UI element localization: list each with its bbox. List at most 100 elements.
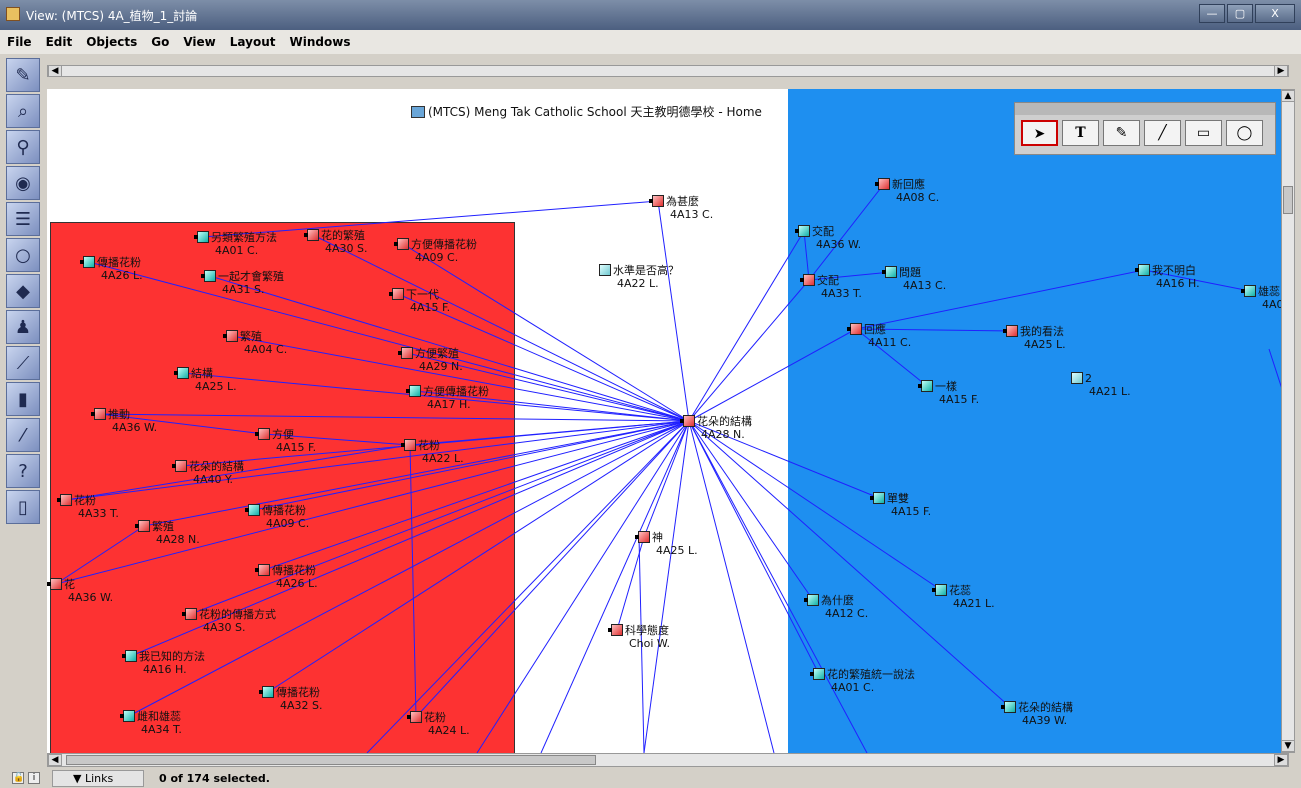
app-icon bbox=[6, 7, 20, 21]
note-node[interactable]: 水準是否高？ 4A22 L. bbox=[599, 264, 679, 290]
lock-icon[interactable]: 🔓 bbox=[12, 772, 24, 784]
note-node[interactable]: 花的繁殖 4A30 S. bbox=[304, 229, 368, 255]
drawing-toolbar-handle[interactable] bbox=[1015, 103, 1275, 115]
note-node[interactable]: 雌和雄蕊 4A34 T. bbox=[120, 710, 182, 736]
scroll-right-icon[interactable]: ▶ bbox=[1274, 65, 1288, 77]
camera-icon[interactable]: ◉ bbox=[6, 166, 40, 200]
note-node[interactable]: 為什麼 4A12 C. bbox=[804, 594, 868, 620]
note-node[interactable]: 花粉 4A33 T. bbox=[57, 494, 119, 520]
note-node[interactable]: 繁殖 4A04 C. bbox=[223, 330, 287, 356]
help-icon[interactable]: ? bbox=[6, 454, 40, 488]
note-node[interactable]: 一起才會繁殖 4A31 S. bbox=[201, 270, 284, 296]
vertical-scroll-thumb[interactable] bbox=[1283, 186, 1293, 214]
tag-icon[interactable]: ⌕ bbox=[6, 94, 40, 128]
scroll-up-icon[interactable]: ▲ bbox=[1281, 90, 1295, 102]
note-node[interactable]: 花粉的傳播方式 4A30 S. bbox=[182, 608, 276, 634]
note-node[interactable]: 傳播花粉 4A26 L. bbox=[80, 256, 143, 282]
note-node[interactable]: 傳播花粉 4A32 S. bbox=[259, 686, 323, 712]
menu-go[interactable]: Go bbox=[144, 35, 176, 49]
note-author: 4A30 S. bbox=[203, 621, 246, 634]
hscroll-right-icon[interactable]: ▶ bbox=[1274, 754, 1288, 766]
note-node[interactable]: 回應 4A11 C. bbox=[847, 323, 911, 349]
note-node[interactable]: 花蕊 4A21 L. bbox=[932, 584, 995, 610]
hscroll-left-icon[interactable]: ◀ bbox=[48, 754, 62, 766]
info-icon[interactable]: i bbox=[28, 772, 40, 784]
scroll-left-icon[interactable]: ◀ bbox=[48, 65, 62, 77]
note-node[interactable]: 花的繁殖統一說法 4A01 C. bbox=[810, 668, 915, 694]
note-author: 4A09 C. bbox=[266, 517, 310, 530]
note-icon bbox=[599, 264, 611, 276]
note-node[interactable]: 繁殖 4A28 N. bbox=[135, 520, 200, 546]
map-canvas[interactable]: (MTCS) Meng Tak Catholic School 天主教明德學校 … bbox=[47, 89, 1282, 753]
menu-layout[interactable]: Layout bbox=[223, 35, 283, 49]
note-node[interactable]: 花朵的結構 4A40 Y. bbox=[172, 460, 244, 486]
note-title: 單雙 bbox=[887, 492, 909, 505]
maximize-button[interactable]: ▢ bbox=[1227, 4, 1253, 23]
note-node[interactable]: 花 4A36 W. bbox=[47, 578, 113, 604]
select-tool[interactable]: ➤ bbox=[1021, 120, 1058, 146]
note-node[interactable]: 單雙 4A15 F. bbox=[870, 492, 931, 518]
list-icon[interactable]: ☰ bbox=[6, 202, 40, 236]
top-horizontal-scrollbar[interactable]: ◀ ▶ bbox=[47, 65, 1289, 77]
note-node[interactable]: 傳播花粉 4A09 C. bbox=[245, 504, 310, 530]
note-author: 4A16 H. bbox=[143, 663, 187, 676]
door-icon[interactable]: ▯ bbox=[6, 490, 40, 524]
magnifier-icon[interactable]: ⚲ bbox=[6, 130, 40, 164]
note-author: 4A01 C. bbox=[831, 681, 875, 694]
horizontal-scrollbar[interactable]: ◀ ▶ bbox=[47, 753, 1289, 767]
home-link[interactable]: (MTCS) Meng Tak Catholic School 天主教明德學校 … bbox=[411, 103, 762, 120]
note-node[interactable]: 花粉 4A22 L. bbox=[401, 439, 464, 465]
note-node[interactable]: 2 4A21 L. bbox=[1071, 372, 1131, 398]
note-node[interactable]: 交配 4A36 W. bbox=[795, 225, 861, 251]
note-node[interactable]: 新回應 4A08 C. bbox=[875, 178, 939, 204]
oval-tool[interactable]: ◯ bbox=[1226, 120, 1263, 146]
vertical-scrollbar[interactable]: ▲ ▼ bbox=[1281, 89, 1295, 753]
bar-chart-icon[interactable]: ▮ bbox=[6, 382, 40, 416]
note-node[interactable]: 結構 4A25 L. bbox=[174, 367, 237, 393]
note-node[interactable]: 交配 4A33 T. bbox=[800, 274, 862, 300]
menu-view[interactable]: View bbox=[176, 35, 222, 49]
people-icon[interactable]: ♟ bbox=[6, 310, 40, 344]
text-tool[interactable]: T bbox=[1062, 120, 1099, 146]
menu-edit[interactable]: Edit bbox=[39, 35, 80, 49]
line-tool[interactable]: ╱ bbox=[1144, 120, 1181, 146]
search-icon[interactable]: ○ bbox=[6, 238, 40, 272]
note-node[interactable]: 神 4A25 L. bbox=[635, 531, 698, 557]
note-node[interactable]: 另類繁殖方法 4A01 C. bbox=[194, 231, 277, 257]
rectangle-tool[interactable]: ▭ bbox=[1185, 120, 1222, 146]
note-node[interactable]: 為甚麼 4A13 C. bbox=[649, 195, 713, 221]
brush-icon[interactable]: ⁄ bbox=[6, 418, 40, 452]
note-node[interactable]: 方便傳播花粉 4A17 H. bbox=[406, 385, 489, 411]
note-node[interactable]: 我已知的方法 4A16 H. bbox=[122, 650, 205, 676]
book-icon[interactable]: ◆ bbox=[6, 274, 40, 308]
note-node[interactable]: 推動 4A36 W. bbox=[91, 408, 157, 434]
note-node[interactable]: 科學態度 Choi W. bbox=[608, 624, 670, 650]
brush-tool[interactable]: ✎ bbox=[1103, 120, 1140, 146]
note-node[interactable]: 花朵的結構 4A28 N. bbox=[680, 415, 752, 441]
link-line bbox=[688, 420, 1011, 708]
menu-windows[interactable]: Windows bbox=[283, 35, 358, 49]
note-icon bbox=[800, 274, 815, 286]
horizontal-scroll-thumb[interactable] bbox=[66, 755, 596, 765]
close-button[interactable]: X bbox=[1255, 4, 1295, 23]
note-node[interactable]: 方便傳播花粉 4A09 C. bbox=[394, 238, 477, 264]
note-node[interactable]: 我不明白 4A16 H. bbox=[1135, 264, 1200, 290]
note-node[interactable]: 我的看法 4A25 L. bbox=[1003, 325, 1066, 351]
note-node[interactable]: 花粉 4A24 L. bbox=[407, 711, 470, 737]
note-node[interactable]: 雄蕊 4A0 bbox=[1241, 285, 1282, 311]
note-node[interactable]: 一樣 4A15 F. bbox=[918, 380, 979, 406]
note-node[interactable]: 問題 4A13 C. bbox=[882, 266, 946, 292]
minimize-button[interactable]: — bbox=[1199, 4, 1225, 23]
note-node[interactable]: 下一代 4A15 F. bbox=[389, 288, 450, 314]
note-node[interactable]: 花朵的結構 4A39 W. bbox=[1001, 701, 1073, 727]
note-node[interactable]: 方便繁殖 4A29 N. bbox=[398, 347, 463, 373]
note-node[interactable]: 方便 4A15 F. bbox=[255, 428, 316, 454]
note-node[interactable]: 傳播花粉 4A26 L. bbox=[255, 564, 318, 590]
scroll-down-icon[interactable]: ▼ bbox=[1281, 740, 1295, 752]
note-title: 花粉 bbox=[424, 711, 446, 724]
menu-objects[interactable]: Objects bbox=[79, 35, 144, 49]
menu-file[interactable]: File bbox=[0, 35, 39, 49]
pencil-icon[interactable]: ✎ bbox=[6, 58, 40, 92]
links-dropdown[interactable]: ▼ Links bbox=[52, 770, 144, 787]
chart-icon[interactable]: ⟋ bbox=[6, 346, 40, 380]
